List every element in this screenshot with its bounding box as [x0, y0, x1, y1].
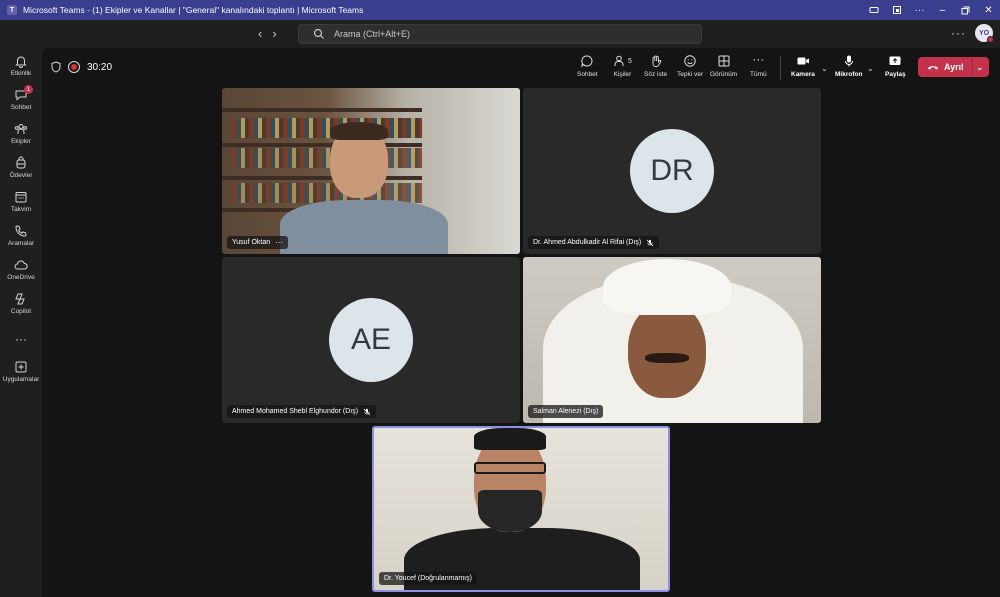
more-icon: ···	[15, 332, 27, 346]
app-header: ‹ › Arama (Ctrl+Alt+E) ··· YO	[0, 20, 1000, 48]
mic-off-icon	[646, 239, 654, 246]
rail-more-apps[interactable]: ···	[0, 332, 42, 346]
raise-hand-icon	[652, 55, 661, 67]
camera-button[interactable]: Kamera	[791, 54, 815, 78]
toolbar-divider	[780, 56, 781, 80]
participant-tile-active-speaker[interactable]: Dr. Youcef (Doğrulanmamış)	[372, 426, 670, 592]
rail-item-calls[interactable]: Aramalar	[0, 224, 42, 247]
share-button[interactable]: Paylaş	[885, 54, 906, 78]
search-placeholder: Arama (Ctrl+Alt+E)	[334, 29, 411, 39]
people-count: 5	[628, 57, 632, 65]
header-more-icon[interactable]: ···	[951, 26, 966, 40]
view-button[interactable]: Görünüm	[710, 54, 737, 78]
search-box[interactable]: Arama (Ctrl+Alt+E)	[298, 24, 702, 44]
window-title: Microsoft Teams - (1) Ekipler ve Kanalla…	[23, 5, 364, 15]
participant-name-label: Ahmed Mohamed Shebl Elghundor (Dış)	[227, 405, 377, 418]
rail-item-onedrive[interactable]: OneDrive	[0, 258, 42, 281]
participant-name-label: Yusuf Oktan ···	[227, 236, 289, 249]
participant-avatar: DR	[630, 129, 714, 213]
chat-icon	[581, 55, 593, 68]
participant-tile[interactable]: Salman Alenezi (Dış)	[523, 257, 821, 423]
rail-item-teams[interactable]: Ekipler	[0, 122, 42, 145]
cloud-icon	[14, 260, 28, 270]
share-screen-icon	[889, 56, 901, 65]
more-icon: ···	[752, 52, 765, 66]
more-icon[interactable]: ···	[908, 0, 931, 20]
close-icon[interactable]: ✕	[977, 0, 1000, 20]
video-feed	[374, 428, 668, 590]
restore-icon[interactable]	[954, 0, 977, 20]
mic-button[interactable]: Mikrofon	[835, 54, 862, 78]
hang-up-icon	[928, 66, 938, 70]
mic-options-chevron-icon[interactable]: ⌄	[867, 64, 874, 73]
rail-item-chat[interactable]: 1 Sohbet	[0, 85, 42, 111]
rail-item-copilot[interactable]: Copilot	[0, 292, 42, 315]
participant-tile[interactable]: Yusuf Oktan ···	[222, 88, 520, 254]
video-feed	[222, 88, 520, 254]
more-icon[interactable]: ···	[275, 238, 283, 247]
teams-icon	[14, 124, 28, 134]
video-icon[interactable]	[862, 0, 885, 20]
rail-item-assignments[interactable]: Ödevler	[0, 156, 42, 179]
status-busy-icon	[987, 36, 994, 43]
chat-button[interactable]: Sohbet	[577, 54, 598, 78]
camera-icon	[797, 57, 809, 65]
shield-icon	[51, 61, 61, 73]
participant-avatar: AE	[329, 298, 413, 382]
participant-name-label: Dr. Ahmed Abdulkadir Al Rifai (Dış)	[528, 236, 660, 249]
pop-out-icon[interactable]	[885, 0, 908, 20]
leave-options-chevron-icon[interactable]: ⌄	[973, 63, 987, 72]
recording-icon	[68, 61, 80, 73]
microphone-icon	[844, 55, 853, 67]
minimize-icon[interactable]: –	[931, 0, 954, 20]
camera-options-chevron-icon[interactable]: ⌄	[821, 64, 828, 73]
mic-off-icon	[363, 408, 371, 415]
participant-name-label: Dr. Youcef (Doğrulanmamış)	[379, 572, 477, 585]
meeting-toolbar: 30:20 Sohbet 5 Kişiler Söz iste Tepki ve…	[42, 48, 1000, 88]
emoji-icon	[684, 55, 696, 67]
rail-item-apps[interactable]: Uygulamalar	[0, 360, 42, 383]
user-avatar[interactable]: YO	[975, 24, 994, 43]
video-feed	[523, 257, 821, 423]
app-rail: Etkinlik 1 Sohbet Ekipler Ödevler Takvim…	[0, 48, 42, 597]
teams-logo-icon: T	[7, 5, 17, 15]
copilot-icon	[15, 293, 25, 305]
participant-name-label: Salman Alenezi (Dış)	[528, 405, 604, 418]
forward-arrow-icon[interactable]: ›	[272, 26, 276, 41]
window-title-bar: T Microsoft Teams - (1) Ekipler ve Kanal…	[0, 0, 1000, 20]
calendar-icon	[15, 192, 27, 203]
participant-tile[interactable]: DR Dr. Ahmed Abdulkadir Al Rifai (Dış)	[523, 88, 821, 254]
react-button[interactable]: Tepki ver	[677, 54, 703, 78]
raise-hand-button[interactable]: Söz iste	[644, 54, 667, 78]
grid-view-icon	[718, 55, 730, 67]
add-app-icon	[15, 361, 27, 373]
unread-badge: 1	[24, 85, 33, 94]
participant-tile[interactable]: AE Ahmed Mohamed Shebl Elghundor (Dış)	[222, 257, 520, 423]
people-icon	[614, 55, 624, 66]
meeting-timer: 30:20	[87, 62, 113, 73]
search-icon	[313, 28, 324, 39]
people-button[interactable]: 5 Kişiler	[613, 54, 632, 78]
backpack-icon	[16, 156, 26, 169]
leave-button[interactable]: Ayrıl ⌄	[918, 57, 989, 77]
more-actions-button[interactable]: ··· Tümü	[750, 52, 767, 78]
phone-icon	[15, 225, 27, 237]
rail-item-calendar[interactable]: Takvim	[0, 190, 42, 213]
bell-icon	[15, 56, 27, 68]
rail-item-activity[interactable]: Etkinlik	[0, 54, 42, 77]
back-arrow-icon[interactable]: ‹	[258, 26, 262, 41]
